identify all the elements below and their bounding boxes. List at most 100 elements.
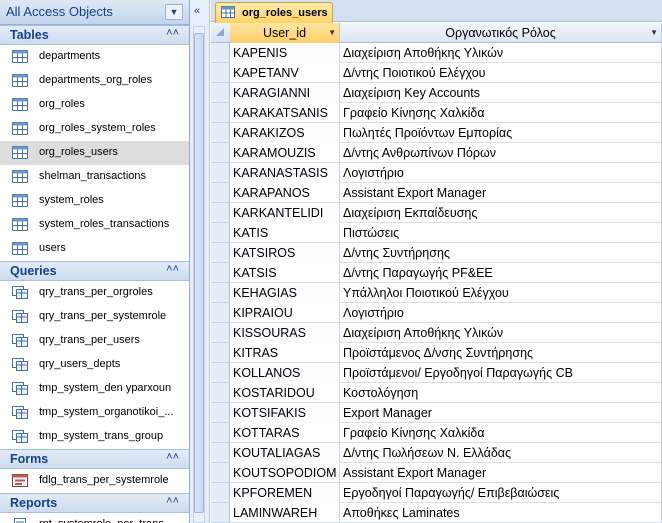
cell-user-id[interactable]: KARAKIZOS (230, 123, 340, 143)
collapse-pane-icon[interactable]: « (194, 5, 200, 17)
cell-user-id[interactable]: KOTSIFAKIS (230, 403, 340, 423)
cell-org-role[interactable]: Γραφείο Κίνησης Χαλκίδα (340, 103, 662, 123)
nav-pane-title[interactable]: All Access Objects (6, 4, 113, 19)
record-selector[interactable] (211, 443, 230, 463)
table-row[interactable]: KAPENIS Διαχείριση Αποθήκης Υλικών (230, 43, 662, 63)
cell-org-role[interactable]: Δ/ντης Συντήρησης (340, 243, 662, 263)
cell-org-role[interactable]: Αποθήκες Laminates (340, 503, 662, 523)
table-row[interactable]: KARAKATSANIS Γραφείο Κίνησης Χαλκίδα (230, 103, 662, 123)
cell-user-id[interactable]: KOUTSOPODIOM (230, 463, 340, 483)
record-selector[interactable] (211, 123, 230, 143)
record-selector[interactable] (211, 303, 230, 323)
nav-group-header-reports[interactable]: Reports ˄˄ (0, 493, 189, 513)
record-selector[interactable] (211, 343, 230, 363)
cell-user-id[interactable]: KATIS (230, 223, 340, 243)
cell-user-id[interactable]: KAPETANV (230, 63, 340, 83)
nav-item[interactable]: departments (0, 45, 189, 69)
nav-group-header-tables[interactable]: Tables ˄˄ (0, 25, 189, 45)
cell-user-id[interactable]: KARAMOUZIS (230, 143, 340, 163)
table-row[interactable]: KARKANTELIDI Διαχείριση Εκπαίδευσης (230, 203, 662, 223)
nav-item[interactable]: system_roles (0, 189, 189, 213)
cell-user-id[interactable]: KOLLANOS (230, 363, 340, 383)
record-selector[interactable] (211, 503, 230, 523)
table-row[interactable]: KOTSIFAKIS Export Manager (230, 403, 662, 423)
record-selector[interactable] (211, 43, 230, 63)
nav-item[interactable]: tmp_system_organotikoi_... (0, 401, 189, 425)
cell-org-role[interactable]: Δ/ντης Ανθρωπίνων Πόρων (340, 143, 662, 163)
table-row[interactable]: KATSIS Δ/ντης Παραγωγής PF&EE (230, 263, 662, 283)
cell-user-id[interactable]: LAMINWAREH (230, 503, 340, 523)
cell-user-id[interactable]: KISSOURAS (230, 323, 340, 343)
record-selector[interactable] (211, 63, 230, 83)
table-row[interactable]: KOUTALIAGAS Δ/ντης Πωλήσεων Ν. Ελλάδας (230, 443, 662, 463)
cell-user-id[interactable]: KEHAGIAS (230, 283, 340, 303)
table-row[interactable]: KARAMOUZIS Δ/ντης Ανθρωπίνων Πόρων (230, 143, 662, 163)
cell-user-id[interactable]: KOSTARIDOU (230, 383, 340, 403)
collapse-group-icon[interactable]: ˄˄ (166, 495, 179, 507)
record-selector[interactable] (211, 143, 230, 163)
cell-user-id[interactable]: KARANASTASIS (230, 163, 340, 183)
cell-user-id[interactable]: KATSIROS (230, 243, 340, 263)
cell-org-role[interactable]: Λογιστήριο (340, 303, 662, 323)
table-row[interactable]: KOLLANOS Προϊστάμενοι/ Εργοδηγοί Παραγωγή… (230, 363, 662, 383)
record-selector[interactable] (211, 203, 230, 223)
cell-org-role[interactable]: Λογιστήριο (340, 163, 662, 183)
nav-item[interactable]: tmp_system_trans_group (0, 425, 189, 449)
cell-org-role[interactable]: Διαχείριση Αποθήκης Υλικών (340, 323, 662, 343)
table-row[interactable]: KIPRAIOU Λογιστήριο (230, 303, 662, 323)
nav-pane-header[interactable]: All Access Objects ▼ (0, 0, 189, 25)
record-selector[interactable] (211, 383, 230, 403)
record-selector[interactable] (211, 403, 230, 423)
record-selector[interactable] (211, 463, 230, 483)
table-row[interactable]: LAMINWAREH Αποθήκες Laminates (230, 503, 662, 523)
nav-item[interactable]: users (0, 237, 189, 261)
cell-org-role[interactable]: Διαχείριση Εκπαίδευσης (340, 203, 662, 223)
nav-group-header-queries[interactable]: Queries ˄˄ (0, 261, 189, 281)
scrollbar-thumb[interactable] (194, 33, 204, 513)
table-row[interactable]: KATIS Πιστώσεις (230, 223, 662, 243)
record-selector[interactable] (211, 243, 230, 263)
cell-user-id[interactable]: KPFOREMEN (230, 483, 340, 503)
cell-org-role[interactable]: Προϊστάμενοι/ Εργοδηγοί Παραγωγής CB (340, 363, 662, 383)
cell-user-id[interactable]: KAPENIS (230, 43, 340, 63)
record-selector[interactable] (211, 483, 230, 503)
record-selector[interactable] (211, 83, 230, 103)
record-selector[interactable] (211, 263, 230, 283)
nav-item[interactable]: org_roles (0, 93, 189, 117)
cell-org-role[interactable]: Assistant Export Manager (340, 463, 662, 483)
table-row[interactable]: KOSTARIDOU Κοστολόγηση (230, 383, 662, 403)
cell-user-id[interactable]: KATSIS (230, 263, 340, 283)
table-row[interactable]: KATSIROS Δ/ντης Συντήρησης (230, 243, 662, 263)
cell-org-role[interactable]: Κοστολόγηση (340, 383, 662, 403)
collapse-group-icon[interactable]: ˄˄ (166, 263, 179, 275)
table-row[interactable]: KITRAS Προϊστάμενος Δ/νσης Συντήρησης (230, 343, 662, 363)
cell-org-role[interactable]: Διαχείριση Αποθήκης Υλικών (340, 43, 662, 63)
nav-item[interactable]: org_roles_users (0, 141, 189, 165)
record-selector[interactable] (211, 323, 230, 343)
table-row[interactable]: KARAGIANNI Διαχείριση Key Accounts (230, 83, 662, 103)
cell-org-role[interactable]: Υπάλληλοι Ποιοτικού Ελέγχου (340, 283, 662, 303)
nav-scrollbar[interactable] (193, 26, 205, 523)
collapse-group-icon[interactable]: ˄˄ (166, 27, 179, 39)
cell-org-role[interactable]: Export Manager (340, 403, 662, 423)
table-row[interactable]: KARAPANOS Assistant Export Manager (230, 183, 662, 203)
sort-dropdown-icon[interactable]: ▼ (328, 23, 336, 43)
nav-item[interactable]: system_roles_transactions (0, 213, 189, 237)
table-row[interactable]: KOTTARAS Γραφείο Κίνησης Χαλκίδα (230, 423, 662, 443)
record-selector[interactable] (211, 283, 230, 303)
nav-item[interactable]: qry_users_depts (0, 353, 189, 377)
cell-org-role[interactable]: Δ/ντης Ποιοτικού Ελέγχου (340, 63, 662, 83)
cell-user-id[interactable]: KARAGIANNI (230, 83, 340, 103)
cell-user-id[interactable]: KOTTARAS (230, 423, 340, 443)
nav-item[interactable]: departments_org_roles (0, 69, 189, 93)
cell-org-role[interactable]: Δ/ντης Πωλήσεων Ν. Ελλάδας (340, 443, 662, 463)
nav-item[interactable]: org_roles_system_roles (0, 117, 189, 141)
cell-user-id[interactable]: KARAKATSANIS (230, 103, 340, 123)
tab-org-roles-users[interactable]: org_roles_users (215, 2, 333, 23)
cell-org-role[interactable]: Πωλητές Προϊόντων Εμπορίας (340, 123, 662, 143)
sort-dropdown-icon[interactable]: ▼ (650, 23, 658, 43)
nav-item[interactable]: tmp_system_den yparxoun (0, 377, 189, 401)
nav-item[interactable]: qry_trans_per_systemrole (0, 305, 189, 329)
cell-user-id[interactable]: KOUTALIAGAS (230, 443, 340, 463)
table-row[interactable]: KARAKIZOS Πωλητές Προϊόντων Εμπορίας (230, 123, 662, 143)
